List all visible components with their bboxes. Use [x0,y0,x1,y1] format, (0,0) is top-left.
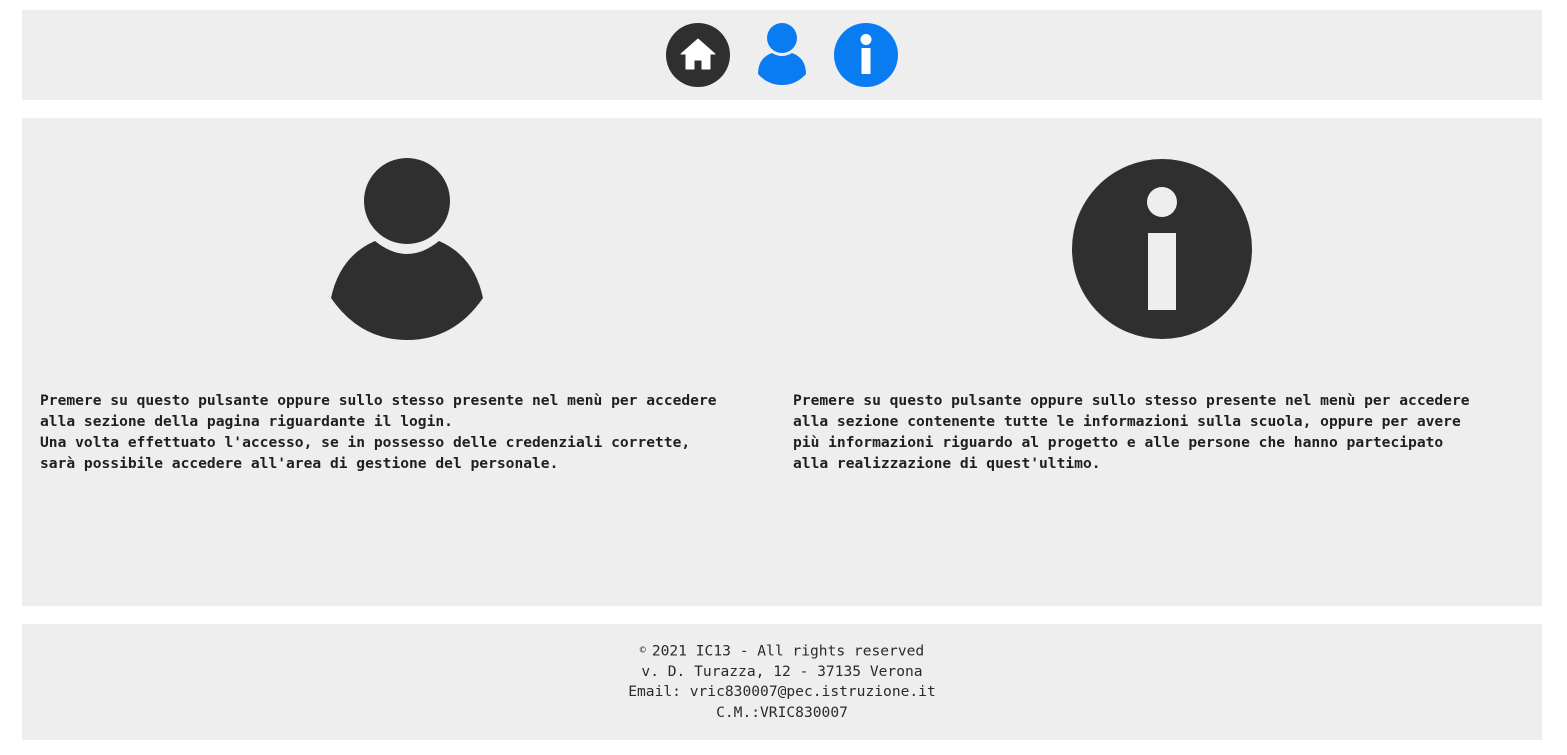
copyright-symbol: © [639,644,646,656]
info-icon [1072,159,1252,339]
user-icon [758,23,806,85]
login-card-description: Premere su questo pulsante oppure sullo … [40,392,717,472]
footer-code: C.M.:VRIC830007 [716,703,848,721]
footer-email: Email: vric830007@pec.istruzione.it [628,683,936,701]
info-icon [834,23,898,87]
nav-info-button[interactable] [833,22,899,88]
login-card-button[interactable] [330,158,484,344]
user-icon [331,158,483,340]
page: Premere su questo pulsante oppure sullo … [0,0,1567,755]
nav-home-button[interactable] [665,22,731,88]
footer-copyright-line: © 2021 IC13 - All rights reserved [640,641,924,662]
footer-copyright: 2021 IC13 - All rights reserved [651,642,925,660]
main-content: Premere su questo pulsante oppure sullo … [22,118,1542,606]
home-icon [666,23,730,87]
footer: © 2021 IC13 - All rights reserved v. D. T… [22,624,1542,740]
navbar [22,10,1542,100]
nav-login-button[interactable] [749,22,815,88]
footer-address: v. D. Turazza, 12 - 37135 Verona [641,662,923,680]
info-card-button[interactable] [1071,158,1253,344]
info-card-description: Premere su questo pulsante oppure sullo … [793,392,1470,472]
